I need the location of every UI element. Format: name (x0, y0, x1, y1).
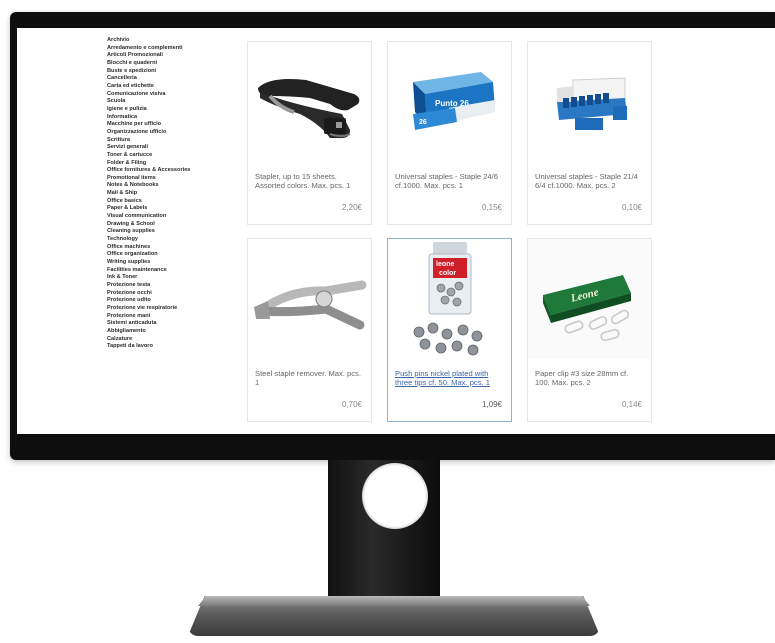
product-price: 0,10€ (621, 203, 642, 212)
push-pins-icon: leone color (413, 242, 482, 356)
sidebar-category-item[interactable]: Protezione vie respiratorie (107, 305, 227, 313)
sidebar-category-item[interactable]: Arredamento e complementi (107, 45, 227, 53)
product-card[interactable]: Punto 26 26 Universal staples - Staple 2… (387, 41, 512, 225)
product-name[interactable]: Push pins nickel plated with three tips … (395, 369, 505, 387)
product-image[interactable] (248, 42, 371, 162)
svg-text:26: 26 (419, 119, 427, 126)
sidebar-category-item[interactable]: Technology (107, 236, 227, 244)
sidebar-category-item[interactable]: Facilities maintenance (107, 267, 227, 275)
sidebar-category-item[interactable]: Protezione mani (107, 313, 227, 321)
sidebar-category-item[interactable]: Comunicazione visiva (107, 91, 227, 99)
sidebar-category-item[interactable]: Paper & Labels (107, 205, 227, 213)
sidebar-category-item[interactable]: Scrittura (107, 137, 227, 145)
monitor-screen: Archivio Arredamento e complementi Articol… (17, 28, 775, 434)
product-name[interactable]: Universal staples - Staple 21/4 6/4 cf.1… (535, 172, 645, 190)
sidebar-category-item[interactable]: Ink & Toner (107, 274, 227, 282)
sidebar-category-item[interactable]: Visual communication (107, 213, 227, 221)
sidebar-category-item[interactable]: Servizi generali (107, 144, 227, 152)
product-card[interactable]: Leone Paper clip #3 size 28mm cf. 100. M… (527, 238, 652, 422)
product-price: 0,14€ (621, 400, 642, 409)
product-card[interactable]: leone color Push pins nickel plated with… (387, 238, 512, 422)
product-image[interactable]: Punto 26 26 (388, 42, 511, 162)
monitor-stand-base-top (198, 596, 590, 606)
product-card[interactable]: Universal staples - Staple 21/4 6/4 cf.1… (527, 41, 652, 225)
category-sidebar: Archivio Arredamento e complementi Articol… (107, 37, 227, 351)
product-image[interactable] (248, 239, 371, 359)
sidebar-category-item[interactable]: Office basics (107, 198, 227, 206)
sidebar-category-item[interactable]: Blocchi e quaderni (107, 60, 227, 68)
stapler-icon (257, 79, 359, 138)
sidebar-category-item[interactable]: Sistemi anticaduta (107, 320, 227, 328)
sidebar-category-item[interactable]: Mail & Ship (107, 190, 227, 198)
sidebar-category-item[interactable]: Protezione testa (107, 282, 227, 290)
product-image[interactable]: Leone (528, 239, 651, 359)
sidebar-category-item[interactable]: Folder & Filing (107, 160, 227, 168)
sidebar-category-item[interactable]: Office machines (107, 244, 227, 252)
sidebar-category-item[interactable]: Cleaning supplies (107, 228, 227, 236)
sidebar-category-item[interactable]: Abbigliamento (107, 328, 227, 336)
sidebar-category-item[interactable]: Buste e spedizioni (107, 68, 227, 76)
sidebar-category-item[interactable]: Drawing & School (107, 221, 227, 229)
product-image[interactable] (528, 42, 651, 162)
sidebar-category-item[interactable]: Toner & cartucce (107, 152, 227, 160)
sidebar-category-item[interactable]: Office organization (107, 251, 227, 259)
staples-box-icon: Punto 26 26 (412, 72, 495, 130)
sidebar-category-item[interactable]: Scuola (107, 98, 227, 106)
product-name[interactable]: Universal staples - Staple 24/6 cf.1000.… (395, 172, 505, 190)
product-price: 0,15€ (481, 203, 502, 212)
product-name[interactable]: Paper clip #3 size 28mm cf. 100. Max. pc… (535, 369, 645, 387)
sidebar-category-item[interactable]: Protezione occhi (107, 290, 227, 298)
sidebar-category-item[interactable]: Informatica (107, 114, 227, 122)
staples-display-icon (556, 77, 627, 130)
box-brand-text: Punto 26 (435, 99, 469, 108)
product-image[interactable]: leone color (388, 239, 511, 359)
sidebar-category-item[interactable]: Articoli Promozionali (107, 52, 227, 60)
sidebar-category-item[interactable]: Archivio (107, 37, 227, 45)
sidebar-category-item[interactable]: Promotional items (107, 175, 227, 183)
sidebar-category-item[interactable]: Organizzazione ufficio (107, 129, 227, 137)
paper-clips-icon: Leone (542, 275, 631, 342)
sidebar-category-item[interactable]: Igiene e pulizia (107, 106, 227, 114)
sidebar-category-item[interactable]: Writing supplies (107, 259, 227, 267)
sidebar-category-item[interactable]: Protezione udito (107, 297, 227, 305)
product-card[interactable]: Steel staple remover. Max. pcs. 1 0,70€ (247, 238, 372, 422)
product-price: 1,09€ (481, 400, 502, 409)
monitor-stand-cable-hole (362, 463, 428, 529)
product-name[interactable]: Stapler, up to 15 sheets. Assorted color… (255, 172, 365, 190)
sidebar-category-item[interactable]: Carta ed etichette (107, 83, 227, 91)
sidebar-category-item[interactable]: Tappeti da lavoro (107, 343, 227, 351)
sidebar-category-item[interactable]: Macchine per ufficio (107, 121, 227, 129)
svg-text:color: color (439, 270, 456, 277)
svg-text:leone: leone (436, 261, 454, 268)
sidebar-category-item[interactable]: Notes & Notebooks (107, 182, 227, 190)
product-price: 0,70€ (341, 400, 362, 409)
product-price: 2,20€ (341, 203, 362, 212)
sidebar-category-item[interactable]: Office fornitures & Accessories (107, 167, 227, 175)
product-name[interactable]: Steel staple remover. Max. pcs. 1 (255, 369, 365, 387)
staple-remover-icon (253, 280, 366, 330)
sidebar-category-item[interactable]: Calzature (107, 336, 227, 344)
product-card[interactable]: Stapler, up to 15 sheets. Assorted color… (247, 41, 372, 225)
sidebar-category-item[interactable]: Cancelleria (107, 75, 227, 83)
